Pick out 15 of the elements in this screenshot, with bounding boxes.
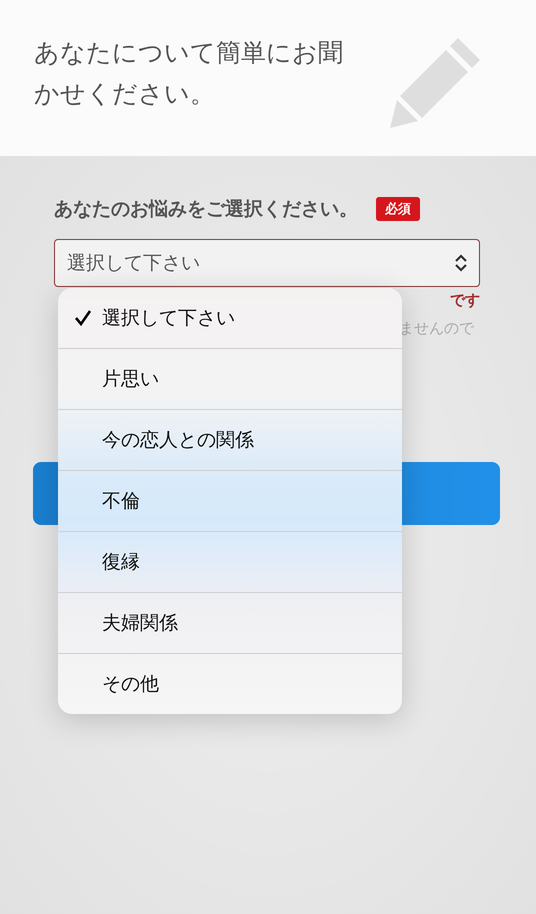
required-badge: 必須 (376, 197, 420, 221)
menu-option[interactable]: 選択して下さい (58, 288, 402, 348)
select-field[interactable]: 選択して下さい (54, 239, 480, 287)
page-title: あなたについて簡単にお聞かせください。 (34, 37, 344, 110)
menu-option[interactable]: 夫婦関係 (58, 592, 402, 653)
menu-option[interactable]: 復縁 (58, 531, 402, 592)
error-text: です (450, 291, 480, 311)
checkmark-icon (74, 309, 92, 327)
menu-option[interactable]: 不倫 (58, 470, 402, 531)
menu-option[interactable]: 片思い (58, 348, 402, 409)
hint-text: ませんので (399, 319, 474, 338)
question-label: あなたのお悩みをご選択ください。 (54, 197, 358, 222)
menu-option[interactable]: その他 (58, 653, 402, 714)
chevron-updown-icon (453, 253, 469, 273)
menu-option[interactable]: 今の恋人との関係 (58, 409, 402, 470)
